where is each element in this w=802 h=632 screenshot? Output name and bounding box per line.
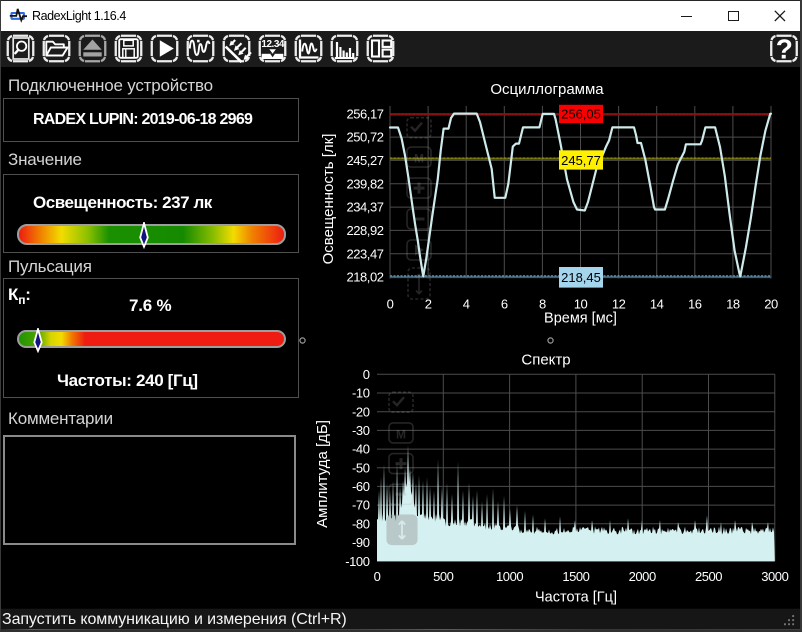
svg-text:?: ? <box>776 34 793 65</box>
svg-text:12.34: 12.34 <box>261 39 284 50</box>
